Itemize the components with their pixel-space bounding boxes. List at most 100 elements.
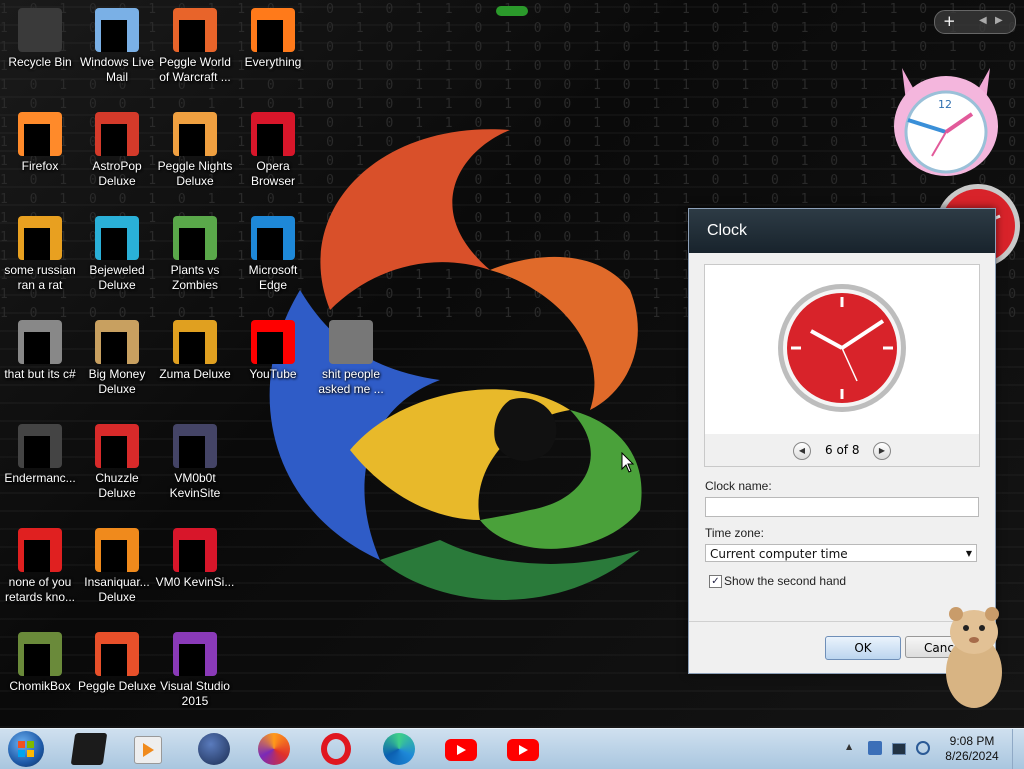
- desktop-icon[interactable]: that but its c#: [0, 320, 80, 382]
- app-icon: [18, 424, 62, 468]
- taskbar-edge-icon[interactable]: [383, 733, 415, 765]
- redacted-block: [24, 644, 50, 676]
- tray-display-icon[interactable]: [892, 743, 906, 755]
- taskbar-globe-icon[interactable]: [198, 733, 230, 765]
- desktop-icon[interactable]: Visual Studio 2015: [155, 632, 235, 709]
- desktop-icon[interactable]: VM0b0t KevinSite: [155, 424, 235, 501]
- desktop-icon[interactable]: Plants vs Zombies: [155, 216, 235, 293]
- app-icon: [173, 8, 217, 52]
- redacted-block: [257, 124, 283, 156]
- desktop-icon[interactable]: Big Money Deluxe: [77, 320, 157, 397]
- app-icon: [173, 528, 217, 572]
- app-icon: [18, 528, 62, 572]
- desktop-icon-label: Recycle Bin: [8, 55, 72, 69]
- ok-button[interactable]: OK: [825, 636, 901, 660]
- app-icon: [329, 320, 373, 364]
- desktop-icon[interactable]: Peggle Nights Deluxe: [155, 112, 235, 189]
- redacted-block: [24, 124, 50, 156]
- desktop-icon[interactable]: Microsoft Edge: [233, 216, 313, 293]
- desktop-icon[interactable]: Recycle Bin: [0, 8, 80, 70]
- desktop-icon[interactable]: shit people asked me ...: [311, 320, 391, 397]
- taskbar-app-box-icon[interactable]: [70, 733, 108, 765]
- redacted-block: [101, 20, 127, 52]
- redacted-block: [101, 540, 127, 572]
- app-icon: [173, 632, 217, 676]
- redacted-block: [24, 540, 50, 572]
- desktop-icon-label: Opera Browser: [250, 159, 295, 188]
- desktop-icon[interactable]: Bejeweled Deluxe: [77, 216, 157, 293]
- desktop-icon-label: VM0b0t KevinSite: [169, 471, 221, 500]
- desktop-icon[interactable]: Insaniquar... Deluxe: [77, 528, 157, 605]
- next-clock-button[interactable]: ▶: [873, 442, 891, 460]
- desktop-icon-label: Chuzzle Deluxe: [95, 471, 139, 500]
- second-hand-checkbox[interactable]: ✓: [709, 575, 722, 588]
- app-icon: [251, 216, 295, 260]
- tray-network-icon[interactable]: [868, 741, 882, 755]
- taskbar-youtube-icon[interactable]: [445, 739, 477, 761]
- gadget-next-icon[interactable]: ▶: [995, 15, 1003, 26]
- redacted-block: [179, 332, 205, 364]
- redacted-block: [101, 436, 127, 468]
- taskbar-firefox-icon[interactable]: [258, 733, 290, 765]
- desktop-icon-label: Insaniquar... Deluxe: [84, 575, 150, 604]
- desktop-icon[interactable]: Zuma Deluxe: [155, 320, 235, 382]
- desktop-icon-label: Bejeweled Deluxe: [89, 263, 145, 292]
- desktop-icon-label: Zuma Deluxe: [159, 367, 231, 381]
- app-icon: [18, 632, 62, 676]
- tray-clock[interactable]: 9:08 PM 8/26/2024: [932, 734, 1012, 764]
- time-zone-value: Current computer time: [710, 547, 848, 561]
- desktop-icon-label: Big Money Deluxe: [88, 367, 146, 396]
- redacted-block: [101, 124, 127, 156]
- app-icon: [18, 216, 62, 260]
- taskbar-youtube-icon-2[interactable]: [507, 739, 539, 761]
- time-zone-select[interactable]: Current computer time ▼: [705, 544, 977, 562]
- app-icon: [95, 216, 139, 260]
- taskbar-media-player-icon[interactable]: [134, 736, 162, 764]
- clock-pager: ◀ 6 of 8 ▶: [704, 434, 980, 467]
- redacted-block: [179, 540, 205, 572]
- desktop-icon[interactable]: Chuzzle Deluxe: [77, 424, 157, 501]
- add-gadget-button[interactable]: +: [943, 12, 956, 30]
- hamster-gadget: [946, 607, 1002, 708]
- redacted-block: [24, 228, 50, 260]
- app-icon: [173, 320, 217, 364]
- desktop-icon-label: Endermanc...: [4, 471, 76, 485]
- desktop-icon[interactable]: AstroPop Deluxe: [77, 112, 157, 189]
- app-icon: [95, 632, 139, 676]
- tray-volume-icon[interactable]: [916, 741, 930, 755]
- clock-name-label: Clock name:: [705, 479, 772, 493]
- desktop-icon[interactable]: Everything: [233, 8, 313, 70]
- clock-preview-face: [778, 284, 906, 412]
- redacted-block: [179, 228, 205, 260]
- show-desktop-button[interactable]: [1012, 729, 1024, 769]
- gadget-prev-icon[interactable]: ◀: [979, 15, 987, 26]
- redacted-block: [179, 20, 205, 52]
- tray-date: 8/26/2024: [945, 749, 999, 763]
- cat-clock-gadget[interactable]: 12: [888, 48, 1004, 178]
- clock-name-input[interactable]: [705, 497, 979, 517]
- desktop-icon-label: ChomikBox: [9, 679, 71, 693]
- desktop-icon[interactable]: VM0 KevinSi...: [155, 528, 235, 590]
- taskbar-opera-icon[interactable]: [321, 733, 351, 765]
- desktop-icon-label: none of you retards kno...: [4, 575, 76, 604]
- app-icon: [173, 424, 217, 468]
- desktop-icon[interactable]: Windows Live Mail: [77, 8, 157, 85]
- redacted-block: [24, 436, 50, 468]
- desktop-icon-label: shit people asked me ...: [318, 367, 384, 396]
- sidebar-control[interactable]: + ◀ ▶: [934, 10, 1016, 34]
- desktop-icon-label: that but its c#: [4, 367, 76, 381]
- desktop-icon[interactable]: some russian ran a rat: [0, 216, 80, 293]
- desktop-icon[interactable]: Peggle World of Warcraft ...: [155, 8, 235, 85]
- desktop-icon[interactable]: ChomikBox: [0, 632, 80, 694]
- desktop-icon[interactable]: Opera Browser: [233, 112, 313, 189]
- start-button[interactable]: [8, 731, 44, 767]
- app-icon: [18, 320, 62, 364]
- desktop-icon[interactable]: Endermanc...: [0, 424, 80, 486]
- desktop-icon[interactable]: Peggle Deluxe: [77, 632, 157, 694]
- previous-clock-button[interactable]: ◀: [793, 442, 811, 460]
- redacted-block: [179, 644, 205, 676]
- desktop-icon[interactable]: none of you retards kno...: [0, 528, 80, 605]
- desktop-icon[interactable]: YouTube: [233, 320, 313, 382]
- desktop-icon[interactable]: Firefox: [0, 112, 80, 174]
- tray-overflow-button[interactable]: ▲: [846, 742, 852, 751]
